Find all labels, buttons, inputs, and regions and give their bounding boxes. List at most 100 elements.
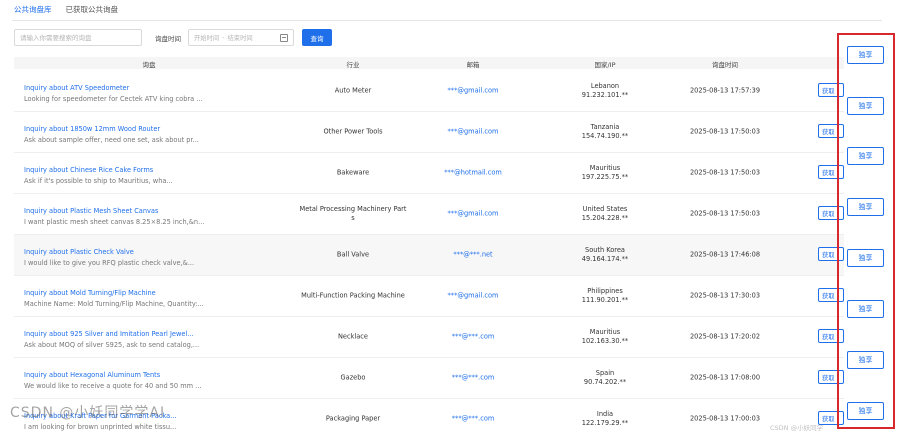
email-cell: ***@hotmail.com	[444, 168, 502, 177]
email-cell: ***@***.com	[451, 414, 495, 423]
table-row: Inquiry about Plastic Mesh Sheet Canvas …	[14, 194, 844, 235]
email-cell: ***@gmail.com	[447, 86, 499, 95]
inquiry-snippet: Looking for speedometer for Cectek ATV k…	[24, 95, 203, 103]
country-ip-cell: Spain 90.74.202.**	[584, 369, 626, 387]
table-row: Inquiry about Hexagonal Aluminum Tents W…	[14, 358, 844, 399]
country-ip-cell: Lebanon 91.232.101.**	[582, 82, 628, 100]
table-row: Inquiry about Plastic Check Valve I woul…	[14, 235, 844, 276]
time-cell: 2025-08-13 17:50:03	[689, 127, 761, 136]
inquiry-snippet: Ask about sample offer, need one set, as…	[24, 136, 199, 144]
table-row: Inquiry about 925 Silver and Imitation P…	[14, 317, 844, 358]
industry-cell: Other Power Tools	[323, 127, 383, 136]
ip-text: 122.179.29.**	[581, 419, 629, 427]
exclusive-button[interactable]: 独享	[847, 198, 884, 216]
exclusive-button[interactable]: 独享	[847, 249, 884, 267]
exclusive-button[interactable]: 独享	[847, 147, 884, 165]
inquiry-title-link[interactable]: Inquiry about Hexagonal Aluminum Tents	[24, 371, 160, 379]
ip-text: 102.163.30.**	[581, 337, 629, 345]
email-cell: ***@***.net	[453, 250, 493, 259]
country-text: Mauritius	[589, 328, 621, 336]
country-text: India	[596, 410, 614, 418]
industry-cell: Necklace	[338, 332, 368, 341]
search-input[interactable]	[14, 29, 142, 46]
time-cell: 2025-08-13 17:57:39	[689, 86, 761, 95]
column-header-inquiry: 询盘	[142, 61, 156, 69]
ip-text: 49.164.174.**	[581, 255, 629, 263]
exclusive-button[interactable]: 独享	[847, 97, 884, 115]
time-cell: 2025-08-13 17:00:03	[689, 414, 761, 423]
ip-text: 154.74.190.**	[581, 132, 629, 140]
email-cell: ***@gmail.com	[447, 291, 499, 300]
page: 公共询盘库 已获取公共询盘 询盘时间 开始时间 - 结束时间 查询 询盘 行业 …	[0, 0, 900, 434]
inquiry-snippet: Ask if it's possible to ship to Mauritiu…	[24, 177, 173, 185]
industry-cell: Metal Processing Machinery Part s	[300, 205, 407, 223]
time-cell: 2025-08-13 17:50:03	[689, 209, 761, 218]
tab-acquired-inquiries[interactable]: 已获取公共询盘	[66, 3, 119, 21]
time-cell: 2025-08-13 17:50:03	[689, 168, 761, 177]
industry-cell: Gazebo	[340, 373, 366, 382]
tabs-divider	[12, 20, 882, 21]
query-button[interactable]: 查询	[302, 29, 332, 46]
inquiry-title-link[interactable]: Inquiry about Chinese Rice Cake Forms	[24, 166, 153, 174]
country-text: Philippines	[587, 287, 623, 295]
tab-public-inquiries[interactable]: 公共询盘库	[14, 3, 52, 21]
exclusive-button[interactable]: 独享	[847, 300, 884, 318]
ip-text: 90.74.202.**	[583, 378, 627, 386]
time-cell: 2025-08-13 17:46:08	[689, 250, 761, 259]
country-text: Tanzania	[590, 123, 620, 131]
inquiry-title-link[interactable]: Inquiry about ATV Speedometer	[24, 84, 129, 92]
inquiry-title-link[interactable]: Inquiry about 925 Silver and Imitation P…	[24, 330, 194, 338]
inquiry-title-link[interactable]: Inquiry about Plastic Mesh Sheet Canvas	[24, 207, 158, 215]
exclusive-button[interactable]: 独享	[847, 402, 884, 420]
industry-cell: Auto Meter	[334, 86, 372, 95]
industry-cell: Multi-Function Packing Machine	[301, 291, 405, 300]
start-date-placeholder: 开始时间	[194, 35, 220, 42]
tab-bar: 公共询盘库 已获取公共询盘	[14, 3, 118, 21]
column-header-country-ip: 国家/IP	[594, 61, 616, 69]
country-ip-cell: Mauritius 102.163.30.**	[582, 328, 628, 346]
inquiry-title-link[interactable]: Inquiry about 1850w 12mm Wood Router	[24, 125, 160, 133]
ip-text: 91.232.101.**	[581, 91, 629, 99]
country-text: Mauritius	[589, 164, 621, 172]
country-ip-cell: India 122.179.29.**	[582, 410, 628, 428]
country-ip-cell: Philippines 111.90.201.**	[582, 287, 628, 305]
inquiry-title-link[interactable]: Inquiry about Plastic Check Valve	[24, 248, 134, 256]
range-separator: -	[222, 34, 225, 41]
ip-text: 111.90.201.**	[581, 296, 629, 304]
end-date-placeholder: 结束时间	[227, 35, 253, 42]
industry-text-line2: s	[351, 214, 355, 222]
ip-text: 197.225.75.**	[581, 173, 629, 181]
email-cell: ***@gmail.com	[447, 127, 499, 136]
country-ip-cell: Tanzania 154.74.190.**	[582, 123, 628, 141]
inquiry-snippet: Machine Name: Mold Turning/Flip Machine,…	[24, 300, 204, 308]
email-cell: ***@***.com	[451, 332, 495, 341]
highlight-box	[837, 33, 895, 429]
inquiry-snippet: I would like to give you RFQ plastic che…	[24, 259, 195, 267]
email-cell: ***@***.com	[451, 373, 495, 382]
table-row: Inquiry about Chinese Rice Cake Forms As…	[14, 153, 844, 194]
inquiry-snippet: Ask about MOQ of silver S925, ask to sen…	[24, 341, 200, 349]
country-text: Spain	[595, 369, 615, 377]
time-cell: 2025-08-13 17:20:02	[689, 332, 761, 341]
date-range-picker[interactable]: 开始时间 - 结束时间	[188, 29, 294, 46]
calendar-icon[interactable]	[280, 34, 288, 42]
country-ip-cell: Mauritius 197.225.75.**	[582, 164, 628, 182]
ip-text: 15.204.228.**	[581, 214, 629, 222]
inquiry-time-label: 询盘时间	[155, 35, 181, 43]
country-text: United States	[582, 205, 628, 213]
exclusive-button[interactable]: 独享	[847, 46, 884, 64]
inquiry-snippet: I am looking for brown unprinted white t…	[24, 423, 177, 431]
exclusive-button[interactable]: 独享	[847, 351, 884, 369]
country-ip-cell: United States 15.204.228.**	[582, 205, 628, 223]
inquiry-snippet: We would like to receive a quote for 40 …	[24, 382, 202, 390]
industry-cell: Ball Valve	[336, 250, 370, 259]
table-row: Inquiry about ATV Speedometer Looking fo…	[14, 71, 844, 112]
table-row: Inquiry about Mold Turning/Flip Machine …	[14, 276, 844, 317]
inquiry-title-link[interactable]: Inquiry about Mold Turning/Flip Machine	[24, 289, 156, 297]
industry-text-line1: Metal Processing Machinery Part	[299, 205, 407, 213]
column-header-industry: 行业	[346, 61, 360, 69]
time-cell: 2025-08-13 17:30:03	[689, 291, 761, 300]
column-header-email: 邮箱	[466, 61, 480, 69]
inquiry-snippet: I want plastic mesh sheet canvas 8.25×8.…	[24, 218, 205, 226]
watermark-right: CSDN @小妖同学	[770, 424, 824, 432]
